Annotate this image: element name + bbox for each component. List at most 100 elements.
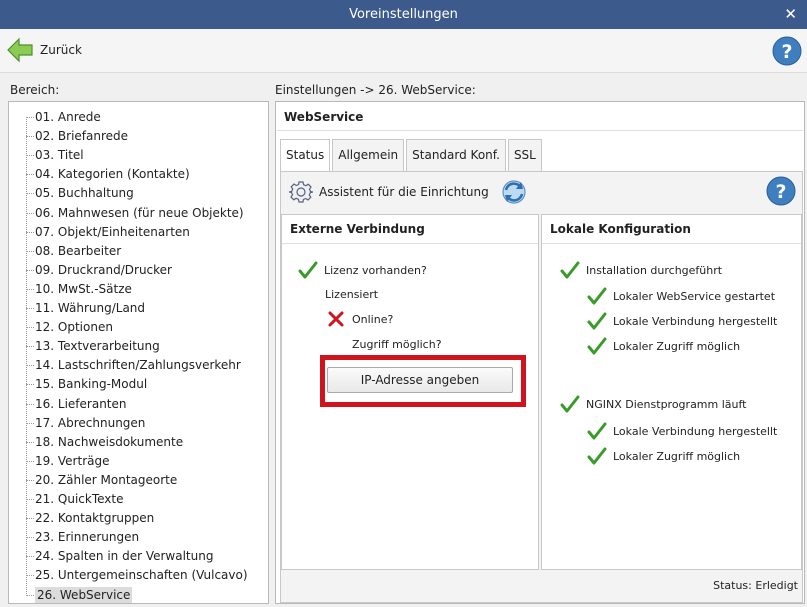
tree-item[interactable]: 15. Banking-Modul [26,375,147,394]
tree-item[interactable]: 26. WebService [26,586,133,605]
tree-item[interactable]: 02. Briefanrede [26,127,128,146]
tree-item-label: 19. Verträge [35,453,110,468]
local-configuration-heading: Lokale Konfiguration [550,222,691,236]
tree-item[interactable]: 11. Währung/Land [26,299,145,318]
tree-item-label: 08. Bearbeiter [35,243,122,258]
help-circle-icon[interactable]: ? [772,36,802,66]
breadcrumb: Einstellungen -> 26. WebService: [275,83,476,97]
help-circle-icon[interactable]: ? [766,176,796,206]
cross-icon [328,311,344,327]
setup-assistant-button[interactable]: Assistent für die Einrichtung [289,179,531,205]
toolbar: Zurück ? [0,29,807,73]
panel-divider [277,130,803,131]
access-label: Zugriff möglich? [352,337,442,351]
checkmark-icon [587,337,607,355]
tree-item[interactable]: 16. Lieferanten [26,395,127,414]
tree-item-label: 23. Erinnerungen [35,530,140,545]
tree-item-label: 10. MwSt.-Sätze [35,281,132,296]
tree-item-label: 18. Nachweisdokumente [35,434,184,449]
gear-icon [289,181,313,203]
back-button[interactable]: Zurück [6,36,82,64]
tree-item[interactable]: 10. MwSt.-Sätze [26,280,132,299]
tree-item[interactable]: 19. Verträge [26,452,109,471]
tree-item-label: 20. Zähler Montageorte [35,472,178,487]
window-titlebar: Voreinstellungen ✕ [0,0,807,29]
close-icon[interactable]: ✕ [784,0,797,29]
tree-item-label: 13. Textverarbeitung [35,339,160,354]
window-title: Voreinstellungen [349,7,458,22]
tree-item[interactable]: 03. Titel [26,146,84,165]
green-arrow-left-icon [7,37,33,63]
tree-item-label: 24. Spalten in der Verwaltung [35,549,214,564]
tree-item-label: 01. Anrede [35,110,101,124]
tree-item-label: 25. Untergemeinschaften (Vulcavo) [35,568,248,583]
tree-item[interactable]: 17. Abrechnungen [26,414,145,433]
tree-item-label: 15. Banking-Modul [35,377,148,392]
nginx-access-label: Lokaler Zugriff möglich [613,449,741,463]
tree-item[interactable]: 09. Druckrand/Drucker [26,261,172,280]
svg-text:?: ? [781,41,792,63]
tree-item-label: 07. Objekt/Einheitenarten [35,224,190,239]
local-access-label: Lokaler Zugriff möglich [613,339,741,353]
tree-item[interactable]: 24. Spalten in der Verwaltung [26,547,213,566]
licensed-row: Lizensiert [325,283,378,305]
tree-item[interactable]: 05. Buchhaltung [26,184,134,203]
tree-item[interactable]: 06. Mahnwesen (für neue Objekte) [26,204,244,223]
tab-status[interactable]: Status [280,139,331,172]
tree-item-label: 02. Briefanrede [35,129,129,144]
tree-item[interactable]: 22. Kontaktgruppen [26,509,154,528]
checkmark-icon [587,422,607,440]
ws-started-row: Lokaler WebService gestartet [587,285,775,307]
tree-item[interactable]: 21. QuickTexte [26,490,123,509]
panel-title: WebService [284,110,364,124]
tree-item-label: 16. Lieferanten [35,396,127,411]
heading-divider [542,243,801,244]
tree-item[interactable]: 07. Objekt/Einheitenarten [26,223,190,242]
license-label: Lizenz vorhanden? [324,263,427,277]
tab-bar: Status Allgemein Standard Konf. SSL [280,139,544,172]
tree-item-label: 11. Währung/Land [35,301,146,315]
external-connection-panel: Externe Verbindung Lizenz vorhanden? Liz… [281,214,539,570]
checkmark-icon [560,261,580,279]
install-row: Installation durchgeführt [560,259,722,281]
tree-item[interactable]: 18. Nachweisdokumente [26,433,183,452]
tree-item[interactable]: 23. Erinnerungen [26,528,139,547]
ip-address-button[interactable]: IP-Adresse angeben [327,367,513,393]
online-label: Online? [352,312,394,326]
tree-item[interactable]: 20. Zähler Montageorte [26,471,177,490]
settings-panel: WebService Status Allgemein Standard Kon… [275,101,805,604]
tab-ssl[interactable]: SSL [507,139,542,172]
tree-item-label: 05. Buchhaltung [35,186,134,201]
nginx-row: NGINX Dienstprogramm läuft [560,393,747,415]
tree-item[interactable]: 04. Kategorien (Kontakte) [26,165,190,184]
settings-tree: 01. Anrede 02. Briefanrede 03. Titel 04. Ka… [8,101,269,604]
local-connection-label: Lokale Verbindung hergestellt [613,314,778,328]
tree-item[interactable]: 01. Anrede [26,108,101,127]
install-label: Installation durchgeführt [586,263,723,277]
nginx-label: NGINX Dienstprogramm läuft [586,397,747,411]
tab-allgemein[interactable]: Allgemein [332,139,405,172]
external-connection-heading: Externe Verbindung [290,222,425,236]
tree-item[interactable]: 14. Lastschriften/Zahlungsverkehr [26,356,241,375]
checkmark-icon [587,312,607,330]
tab-standard-konf[interactable]: Standard Konf. [406,139,506,172]
svg-text:?: ? [775,181,786,203]
tree-item[interactable]: 13. Textverarbeitung [26,337,160,356]
status-bar: Status: Erledigt [281,570,802,602]
tree-item-label: 21. QuickTexte [35,492,124,506]
nginx-access-row: Lokaler Zugriff möglich [587,445,740,467]
tree-item-label: 17. Abrechnungen [35,415,146,430]
licensed-label: Lizensiert [325,287,379,301]
online-row: Online? [326,308,393,330]
tree-item-label: 04. Kategorien (Kontakte) [35,167,190,182]
tree-item[interactable]: 12. Optionen [26,318,113,337]
status-tab-content: Assistent für die Einrichtung ? Externe … [280,171,803,603]
tree-item[interactable]: 25. Untergemeinschaften (Vulcavo) [26,566,248,585]
tree-item-label: 22. Kontaktgruppen [35,511,155,526]
checkmark-icon [587,447,607,465]
refresh-icon[interactable] [497,177,531,207]
checkmark-icon [560,395,580,413]
tree-item[interactable]: 08. Bearbeiter [26,242,121,261]
heading-divider [282,243,538,244]
ws-started-label: Lokaler WebService gestartet [613,289,776,303]
